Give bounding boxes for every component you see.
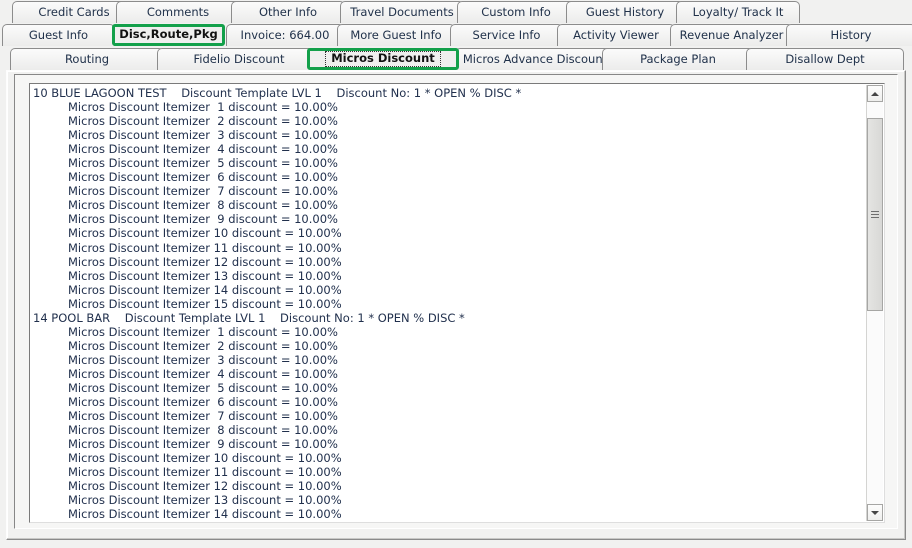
- tab-routing[interactable]: Routing: [10, 48, 164, 70]
- content-panel-inner: 10 BLUE LAGOON TEST Discount Template LV…: [14, 74, 898, 529]
- itemizer-line: Micros Discount Itemizer 5 discount = 10…: [68, 380, 338, 395]
- tab-history[interactable]: History: [786, 24, 912, 46]
- itemizer-line: Micros Discount Itemizer 15 discount = 1…: [68, 296, 342, 311]
- tab-activity-viewer[interactable]: Activity Viewer: [557, 24, 675, 46]
- itemizer-line: Micros Discount Itemizer 14 discount = 1…: [68, 282, 342, 297]
- tab-label: History: [830, 27, 872, 42]
- tab-label: Other Info: [258, 4, 318, 19]
- tab-label: Credit Cards: [38, 4, 110, 19]
- tab-guest-info[interactable]: Guest Info: [2, 24, 115, 46]
- outlet-header: 14 POOL BAR Discount Template LVL 1 Disc…: [33, 310, 465, 325]
- itemizer-line: Micros Discount Itemizer 8 discount = 10…: [68, 198, 338, 213]
- vertical-scrollbar[interactable]: [866, 85, 883, 521]
- itemizer-line: Micros Discount Itemizer 12 discount = 1…: [68, 479, 342, 494]
- tab-label: Micros Discount: [325, 51, 441, 67]
- tab-disallow-dept[interactable]: Disallow Dept: [746, 48, 904, 70]
- tab-travel-documents[interactable]: Travel Documents: [340, 1, 464, 23]
- tab-label: Service Info: [472, 27, 541, 42]
- scroll-down-arrow-icon[interactable]: [867, 504, 883, 521]
- tab-label: Guest Info: [28, 27, 89, 42]
- tab-label: Loyalty/ Track It: [692, 4, 784, 19]
- tab-fidelio-discount[interactable]: Fidelio Discount: [157, 48, 321, 70]
- tab-label: Custom Info: [481, 4, 551, 19]
- micros-discount-textbox[interactable]: 10 BLUE LAGOON TEST Discount Template LV…: [29, 83, 885, 523]
- itemizer-line: Micros Discount Itemizer 7 discount = 10…: [68, 184, 338, 199]
- itemizer-line: Micros Discount Itemizer 7 discount = 10…: [68, 409, 338, 424]
- itemizer-line: Micros Discount Itemizer 8 discount = 10…: [68, 423, 338, 438]
- itemizer-line: Micros Discount Itemizer 1 discount = 10…: [68, 100, 338, 115]
- tab-label: Invoice: 664.00: [240, 27, 330, 42]
- scrollbar-grip-icon: [871, 209, 879, 220]
- micros-discount-panel: Credit Cards Comments Other Info Travel Doc…: [0, 0, 912, 548]
- tab-label: Routing: [64, 51, 110, 66]
- tab-label: Activity Viewer: [573, 27, 659, 42]
- scrollbar-thumb[interactable]: [867, 118, 883, 312]
- tab-label: Guest History: [585, 4, 665, 19]
- tab-label: Disallow Dept: [785, 51, 865, 66]
- itemizer-line: Micros Discount Itemizer 9 discount = 10…: [68, 212, 338, 227]
- scroll-up-arrow-icon[interactable]: [867, 85, 883, 102]
- itemizer-line: Micros Discount Itemizer 12 discount = 1…: [68, 254, 342, 269]
- tab-custom-info[interactable]: Custom Info: [457, 1, 575, 23]
- tab-label: Revenue Analyzer: [679, 27, 784, 42]
- itemizer-line: Micros Discount Itemizer 6 discount = 10…: [68, 170, 338, 185]
- tab-more-guest-info[interactable]: More Guest Info: [337, 24, 455, 46]
- tab-label: Disc,Route,Pkg: [119, 27, 218, 42]
- itemizer-line: Micros Discount Itemizer 15 discount = 1…: [33, 521, 866, 522]
- itemizer-line: Micros Discount Itemizer 4 discount = 10…: [68, 366, 338, 381]
- itemizer-line: Micros Discount Itemizer 13 discount = 1…: [68, 268, 342, 283]
- itemizer-line: Micros Discount Itemizer 2 discount = 10…: [68, 114, 338, 129]
- itemizer-line: Micros Discount Itemizer 11 discount = 1…: [68, 465, 342, 480]
- tab-revenue-analyzer[interactable]: Revenue Analyzer: [670, 24, 793, 46]
- itemizer-line: Micros Discount Itemizer 13 discount = 1…: [68, 493, 342, 508]
- itemizer-line: Micros Discount Itemizer 6 discount = 10…: [68, 395, 338, 410]
- tab-comments[interactable]: Comments: [116, 1, 240, 23]
- tab-loyalty-track-it[interactable]: Loyalty/ Track It: [676, 1, 800, 23]
- tab-label: Micros Advance Discount: [462, 51, 608, 66]
- tab-micros-discount[interactable]: Micros Discount: [307, 48, 459, 70]
- itemizer-line: Micros Discount Itemizer 2 discount = 10…: [68, 338, 338, 353]
- tab-label: Comments: [146, 4, 210, 19]
- itemizer-line: Micros Discount Itemizer 3 discount = 10…: [68, 128, 338, 143]
- tab-service-info[interactable]: Service Info: [450, 24, 563, 46]
- content-panel-outer: 10 BLUE LAGOON TEST Discount Template LV…: [6, 70, 906, 540]
- itemizer-line: Micros Discount Itemizer 9 discount = 10…: [68, 437, 338, 452]
- itemizer-line: Micros Discount Itemizer 4 discount = 10…: [68, 142, 338, 157]
- itemizer-line: Micros Discount Itemizer 10 discount = 1…: [68, 226, 342, 241]
- itemizer-line: Micros Discount Itemizer 11 discount = 1…: [68, 240, 342, 255]
- tab-disc-route-pkg[interactable]: Disc,Route,Pkg: [112, 24, 225, 46]
- tab-other-info[interactable]: Other Info: [231, 1, 345, 23]
- tab-label: Fidelio Discount: [193, 51, 285, 66]
- tab-micros-advance-discount[interactable]: Micros Advance Discount: [455, 48, 615, 70]
- itemizer-line: Micros Discount Itemizer 10 discount = 1…: [68, 451, 342, 466]
- tab-label: Travel Documents: [350, 4, 454, 19]
- tab-label: More Guest Info: [350, 27, 442, 42]
- tab-package-plan[interactable]: Package Plan: [602, 48, 754, 70]
- itemizer-line: Micros Discount Itemizer 1 discount = 10…: [68, 324, 338, 339]
- discount-line-list: 10 BLUE LAGOON TEST Discount Template LV…: [33, 86, 866, 522]
- itemizer-line: Micros Discount Itemizer 14 discount = 1…: [68, 507, 342, 522]
- itemizer-line: Micros Discount Itemizer 5 discount = 10…: [68, 156, 338, 171]
- itemizer-line: Micros Discount Itemizer 3 discount = 10…: [68, 352, 338, 367]
- tab-guest-history[interactable]: Guest History: [566, 1, 684, 23]
- tab-invoice-664-00[interactable]: Invoice: 664.00: [226, 24, 344, 46]
- outlet-header: 10 BLUE LAGOON TEST Discount Template LV…: [33, 86, 522, 100]
- tab-label: Package Plan: [640, 51, 716, 66]
